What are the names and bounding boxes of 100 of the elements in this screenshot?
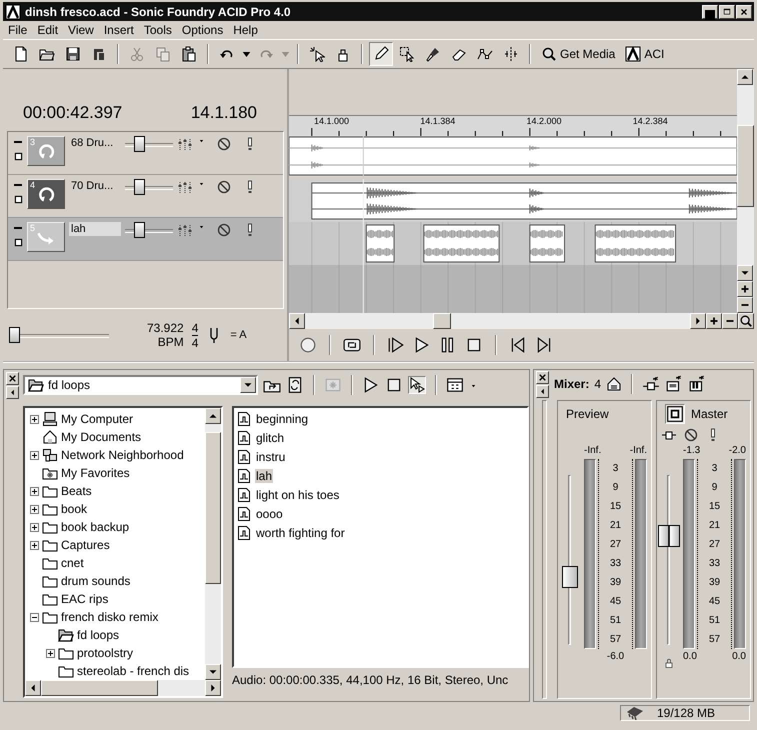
expand-icon[interactable] bbox=[30, 540, 39, 550]
expand-icon[interactable] bbox=[30, 504, 39, 514]
zoom-in-icon[interactable] bbox=[737, 281, 753, 297]
square-icon[interactable] bbox=[665, 404, 685, 424]
scroll-right-icon[interactable] bbox=[690, 313, 706, 329]
menu-item[interactable]: Edit bbox=[32, 23, 64, 37]
tree-item[interactable]: My Computer bbox=[61, 412, 134, 426]
menu-item[interactable]: Options bbox=[176, 23, 228, 37]
close-icon[interactable] bbox=[6, 372, 19, 385]
tree-item[interactable]: Network Neighborhood bbox=[61, 448, 184, 462]
tree-item[interactable]: french disko remix bbox=[61, 610, 158, 624]
vertical-scrollbar[interactable] bbox=[205, 408, 221, 680]
toolbar-button[interactable] bbox=[369, 42, 393, 66]
mixer-icon[interactable] bbox=[177, 179, 193, 195]
fader-thumb[interactable] bbox=[562, 566, 578, 588]
volume-slider[interactable] bbox=[125, 179, 173, 195]
collapse-icon[interactable] bbox=[30, 612, 39, 622]
device-icon[interactable] bbox=[665, 375, 684, 393]
volume-fader[interactable] bbox=[562, 475, 578, 645]
tree-item[interactable]: My Favorites bbox=[61, 466, 130, 480]
toolbar-button[interactable]: Get Media bbox=[537, 42, 620, 66]
sample-name[interactable]: oooo bbox=[255, 506, 284, 520]
tempo-slider[interactable] bbox=[9, 327, 109, 343]
sample-name[interactable]: instru bbox=[255, 450, 286, 464]
volume-slider[interactable] bbox=[125, 136, 173, 152]
close-button[interactable] bbox=[736, 4, 752, 18]
expand-icon[interactable] bbox=[30, 522, 39, 532]
play-icon[interactable] bbox=[362, 376, 380, 394]
mute-icon[interactable] bbox=[216, 179, 232, 195]
tree-item[interactable]: My Documents bbox=[61, 430, 142, 444]
scroll-left-icon[interactable] bbox=[289, 313, 305, 329]
expand-icon[interactable] bbox=[30, 486, 39, 496]
house-icon[interactable] bbox=[606, 376, 622, 392]
record-icon[interactable] bbox=[299, 336, 317, 354]
piano-icon[interactable] bbox=[688, 375, 706, 393]
scroll-left-icon[interactable] bbox=[25, 680, 41, 696]
menu-item[interactable]: View bbox=[63, 23, 99, 37]
square-icon[interactable] bbox=[14, 238, 23, 247]
menu-item[interactable]: File bbox=[3, 23, 32, 37]
toolbar-button[interactable]: ACI bbox=[621, 42, 668, 66]
search-icon[interactable] bbox=[738, 313, 754, 329]
tree-item[interactable]: book bbox=[61, 502, 88, 516]
tree-item[interactable]: EAC rips bbox=[61, 592, 108, 606]
cursor-play-icon[interactable] bbox=[408, 376, 426, 394]
slider-thumb[interactable] bbox=[9, 327, 20, 343]
menu-item[interactable]: Tools bbox=[138, 23, 177, 37]
track-type-button[interactable]: 4 bbox=[27, 179, 65, 209]
tree-item[interactable]: drum sounds bbox=[61, 574, 130, 588]
scroll-down-icon[interactable] bbox=[737, 265, 753, 281]
horizontal-scrollbar[interactable] bbox=[289, 313, 754, 329]
zoom-out-icon[interactable] bbox=[722, 313, 738, 329]
mute-icon[interactable] bbox=[216, 222, 232, 238]
timeline-ruler[interactable]: 14.1.000 14.1.384 14.2.000 14.2.384 bbox=[289, 115, 737, 136]
tree-item[interactable]: stereolab - french dis bbox=[77, 664, 190, 678]
play-from-start-icon[interactable] bbox=[387, 336, 405, 354]
volume-slider[interactable] bbox=[125, 222, 173, 238]
scroll-thumb[interactable] bbox=[433, 313, 451, 329]
sample-name[interactable]: light on his toes bbox=[255, 488, 340, 502]
plug-icon[interactable] bbox=[642, 375, 660, 393]
sample-name[interactable]: lah bbox=[255, 468, 274, 482]
sample-name[interactable]: worth fighting for bbox=[255, 526, 346, 540]
views-icon[interactable] bbox=[446, 376, 464, 394]
tree-item[interactable]: Beats bbox=[61, 484, 92, 498]
maximize-button[interactable] bbox=[719, 4, 735, 18]
tree-item[interactable]: fd loops bbox=[77, 628, 120, 642]
skip-back-icon[interactable] bbox=[509, 336, 527, 354]
mute-icon[interactable] bbox=[683, 427, 699, 443]
scroll-up-icon[interactable] bbox=[205, 408, 221, 424]
scroll-thumb[interactable] bbox=[737, 125, 754, 207]
square-icon[interactable] bbox=[14, 195, 23, 204]
padlock-icon[interactable] bbox=[663, 657, 675, 669]
tree-item[interactable]: cnet bbox=[61, 556, 84, 570]
zoom-out-icon[interactable] bbox=[737, 297, 753, 313]
expand-icon[interactable] bbox=[30, 450, 39, 460]
play-icon[interactable] bbox=[413, 336, 431, 354]
slider-thumb[interactable] bbox=[134, 179, 146, 195]
stop-icon[interactable] bbox=[385, 376, 403, 394]
vertical-scrollbar[interactable] bbox=[737, 69, 754, 313]
expand-icon[interactable] bbox=[30, 414, 39, 424]
slider-thumb[interactable] bbox=[134, 222, 146, 238]
zoom-in-icon[interactable] bbox=[706, 313, 722, 329]
scroll-right-icon[interactable] bbox=[205, 680, 221, 696]
mixer-icon[interactable] bbox=[177, 136, 193, 152]
skip-forward-icon[interactable] bbox=[535, 336, 553, 354]
square-icon[interactable] bbox=[14, 152, 23, 161]
minimize-button[interactable] bbox=[702, 4, 718, 18]
expand-icon[interactable] bbox=[46, 648, 55, 658]
scroll-thumb[interactable] bbox=[41, 680, 158, 696]
sample-name[interactable]: glitch bbox=[255, 430, 286, 444]
fader-thumb[interactable] bbox=[658, 525, 680, 548]
sample-name[interactable]: beginning bbox=[255, 412, 310, 426]
refresh-icon[interactable] bbox=[286, 376, 304, 394]
track-header[interactable]: 3 68 Dru... bbox=[8, 132, 283, 175]
close-icon[interactable] bbox=[536, 370, 549, 384]
mixer-icon[interactable] bbox=[177, 222, 193, 238]
menu-item[interactable]: Insert bbox=[98, 23, 139, 37]
tree-item[interactable]: Captures bbox=[61, 538, 110, 552]
track-name-field[interactable]: lah bbox=[69, 222, 121, 236]
scroll-thumb[interactable] bbox=[205, 432, 221, 584]
volume-fader[interactable] bbox=[661, 475, 677, 645]
